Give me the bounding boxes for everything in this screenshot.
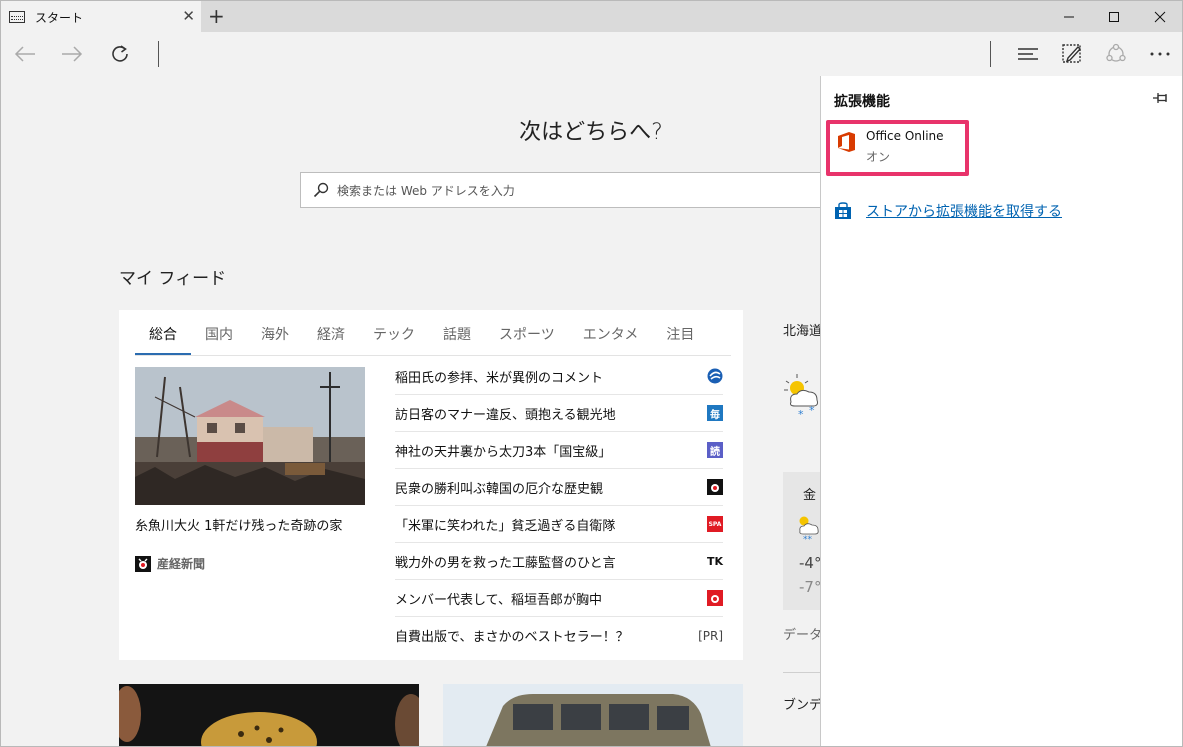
- list-item[interactable]: 「米軍に笑われた」貧乏過ぎる自衛隊 SPA: [395, 506, 723, 543]
- search-icon: [313, 182, 329, 198]
- tab-domestic[interactable]: 国内: [191, 318, 247, 355]
- news-list: 稲田氏の参拝、米が異例のコメント 訪日客のマナー違反、頭抱える観光地 毎 神社の…: [395, 358, 723, 654]
- hub-icon: [1018, 48, 1038, 60]
- svg-text:**: **: [803, 535, 813, 542]
- list-item[interactable]: 稲田氏の参拝、米が異例のコメント: [395, 358, 723, 395]
- news-source-logo-icon: TK: [706, 554, 724, 568]
- minimize-button[interactable]: [1046, 1, 1092, 33]
- maximize-button[interactable]: [1091, 1, 1137, 33]
- news-title: 神社の天井裏から太刀3本「国宝級」: [395, 444, 612, 460]
- tab-general[interactable]: 総合: [135, 318, 191, 355]
- back-button[interactable]: [10, 40, 40, 68]
- close-icon: [1154, 11, 1166, 23]
- hero-image[interactable]: [135, 367, 365, 505]
- hero-caption[interactable]: 糸魚川大火 1軒だけ残った奇跡の家: [135, 515, 375, 534]
- weather-region[interactable]: 北海道: [783, 320, 822, 339]
- news-title: メンバー代表して、稲垣吾郎が胸中: [395, 592, 602, 608]
- forecast-day: 金: [803, 488, 817, 503]
- list-item[interactable]: メンバー代表して、稲垣吾郎が胸中: [395, 580, 723, 617]
- forecast-high: -4°: [799, 554, 822, 572]
- list-item[interactable]: 訪日客のマナー違反、頭抱える観光地 毎: [395, 395, 723, 432]
- share-icon: [1106, 43, 1126, 62]
- panel-title: 拡張機能: [834, 94, 890, 110]
- get-extensions-link[interactable]: ストアから拡張機能を取得する: [834, 201, 1062, 221]
- news-thumbnail[interactable]: [443, 684, 743, 746]
- tab-page-icon: [9, 11, 25, 23]
- category-tabs: 総合 国内 海外 経済 テック 話題 スポーツ エンタメ 注目: [135, 318, 731, 356]
- sun-snow-icon: * *: [784, 374, 818, 420]
- news-title: 訪日客のマナー違反、頭抱える観光地: [395, 407, 616, 423]
- news-source-logo-icon: 毎: [707, 405, 723, 421]
- search-placeholder: 検索または Web アドレスを入力: [337, 183, 515, 198]
- news-source-logo-icon: [707, 479, 723, 495]
- forecast-low: -7°: [799, 578, 822, 596]
- address-separator: [158, 41, 159, 67]
- tab-economy[interactable]: 経済: [303, 318, 359, 355]
- extensions-panel: 拡張機能 Office Online オン ストアから拡張機能を取得する: [820, 76, 1182, 746]
- refresh-icon: [112, 45, 128, 62]
- tab-close-button[interactable]: ✕: [182, 8, 195, 24]
- svg-text:*: *: [798, 408, 804, 420]
- store-link-text: ストアから拡張機能を取得する: [866, 204, 1062, 220]
- news-title: 戦力外の男を救った工藤監督のひと言: [395, 555, 616, 571]
- minimize-icon: [1064, 16, 1074, 18]
- maximize-icon: [1109, 12, 1119, 22]
- news-title: 「米軍に笑われた」貧乏過ぎる自衛隊: [395, 518, 616, 534]
- news-source-logo-icon: [707, 590, 723, 606]
- news-source-logo-icon: [707, 368, 723, 384]
- news-card: 総合 国内 海外 経済 テック 話題 スポーツ エンタメ 注目 糸魚川大火 1軒…: [119, 310, 743, 660]
- tab-tech[interactable]: テック: [359, 318, 429, 355]
- pin-icon[interactable]: [1152, 90, 1170, 106]
- extension-office-online[interactable]: Office Online オン: [826, 120, 969, 176]
- feed-title: マイ フィード: [119, 269, 227, 289]
- hero-source: 産経新聞: [135, 555, 205, 572]
- refresh-button[interactable]: [105, 40, 135, 68]
- web-note-icon: [1062, 44, 1081, 63]
- search-input[interactable]: 検索または Web アドレスを入力: [300, 172, 860, 208]
- list-item[interactable]: 自費出版で、まさかのベストセラー！？ [PR]: [395, 617, 723, 654]
- more-actions-button[interactable]: [1145, 40, 1175, 68]
- weather-region-name: 北海道: [783, 324, 823, 339]
- store-icon: [835, 202, 851, 219]
- forward-arrow-icon: [62, 46, 83, 62]
- tab-sports[interactable]: スポーツ: [485, 318, 569, 355]
- share-button[interactable]: [1101, 40, 1131, 68]
- extension-name: Office Online: [866, 129, 944, 143]
- tab-title: スタート: [35, 10, 84, 25]
- weather-data-source: データ: [783, 628, 823, 643]
- tab-international[interactable]: 海外: [247, 318, 303, 355]
- web-note-button[interactable]: [1057, 40, 1087, 68]
- news-title: 稲田氏の参拝、米が異例のコメント: [395, 370, 604, 386]
- back-arrow-icon: [14, 46, 35, 62]
- tab-entertainment[interactable]: エンタメ: [569, 318, 653, 355]
- browser-tab[interactable]: スタート ✕: [1, 1, 201, 33]
- list-item[interactable]: 戦力外の男を救った工藤監督のひと言 TK: [395, 543, 723, 580]
- forward-button[interactable]: [57, 40, 87, 68]
- news-source-logo-icon: 読: [707, 442, 723, 458]
- hero-source-name: 産経新聞: [157, 557, 206, 571]
- close-window-button[interactable]: [1137, 1, 1183, 33]
- news-thumbnail[interactable]: [119, 684, 419, 746]
- sankei-logo-icon: [135, 555, 151, 572]
- news-source-logo-icon: SPA: [707, 516, 723, 532]
- tab-featured[interactable]: 注目: [652, 318, 708, 355]
- extension-status: オン: [866, 150, 891, 164]
- pr-label: [PR]: [698, 628, 723, 643]
- tab-topics[interactable]: 話題: [429, 318, 485, 355]
- title-bar: スタート ✕ +: [0, 0, 1183, 33]
- news-title: 民衆の勝利叫ぶ韓国の厄介な歴史観: [395, 481, 604, 497]
- page-heading: 次はどちらへ?: [519, 120, 663, 145]
- list-item[interactable]: 民衆の勝利叫ぶ韓国の厄介な歴史観: [395, 469, 723, 506]
- more-icon: [1150, 52, 1170, 56]
- sports-section-title: ブンデ: [783, 698, 823, 713]
- navigation-bar: [0, 32, 1183, 76]
- new-tab-button[interactable]: +: [208, 5, 225, 27]
- office-icon: [838, 132, 855, 152]
- list-item[interactable]: 神社の天井裏から太刀3本「国宝級」 読: [395, 432, 723, 469]
- news-title: 自費出版で、まさかのベストセラー！？: [395, 630, 629, 645]
- toolbar-separator: [990, 41, 991, 67]
- hub-button[interactable]: [1013, 40, 1043, 68]
- svg-text:*: *: [809, 404, 815, 417]
